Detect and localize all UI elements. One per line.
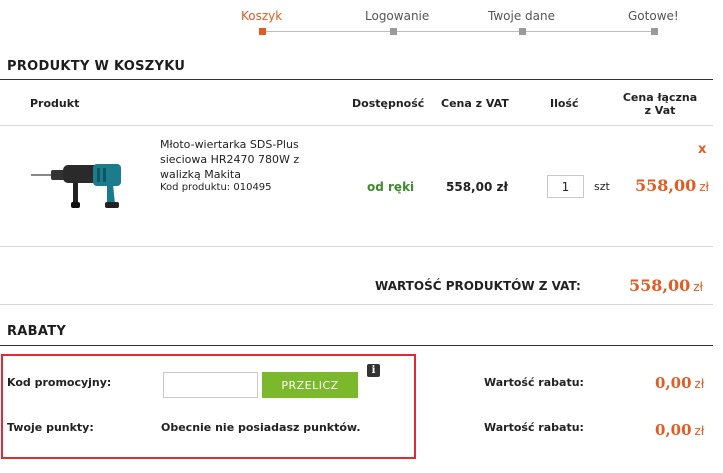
- products-total-currency: zł: [693, 280, 703, 294]
- recalculate-button[interactable]: PRZELICZ: [262, 372, 358, 398]
- step-done[interactable]: Gotowe!: [628, 9, 679, 23]
- discounts-section-title: RABATY: [7, 324, 67, 339]
- step-login-marker: [390, 28, 397, 35]
- product-image[interactable]: [27, 140, 127, 230]
- discount-value-2-amount: 0,00: [655, 421, 692, 439]
- header-total: Cena łączna z Vat: [622, 91, 698, 117]
- header-price: Cena z VAT: [441, 97, 509, 110]
- cart-section-title: PRODUKTY W KOSZYKU: [7, 59, 186, 74]
- step-your-data[interactable]: Twoje dane: [488, 9, 555, 23]
- line-total-value: 558,00: [635, 176, 697, 195]
- step-login[interactable]: Logowanie: [365, 9, 429, 23]
- points-label: Twoje punkty:: [7, 421, 94, 434]
- products-total-value: 558,00: [629, 276, 691, 295]
- discount-value-2-currency: zł: [694, 424, 705, 438]
- quantity-unit: szt: [594, 180, 610, 193]
- header-total-line1: Cena łączna: [622, 91, 698, 104]
- discount-value-2: 0,00 zł: [655, 421, 704, 439]
- step-cart-marker: [259, 28, 266, 35]
- discount-value-1-currency: zł: [694, 377, 705, 391]
- row-divider: [0, 246, 713, 247]
- discount-value-label-1: Wartość rabatu:: [484, 376, 584, 389]
- promo-code-input[interactable]: [163, 372, 258, 398]
- points-text: Obecnie nie posiadasz punktów.: [161, 421, 361, 434]
- product-code: Kod produktu: 010495: [160, 182, 272, 193]
- header-product: Produkt: [30, 97, 80, 110]
- cart-title-divider: [0, 79, 713, 80]
- products-total: 558,00 zł: [629, 276, 703, 295]
- discount-value-1-amount: 0,00: [655, 374, 692, 392]
- step-cart[interactable]: Koszyk: [241, 9, 282, 23]
- product-code-value: 010495: [233, 182, 272, 193]
- info-icon[interactable]: i: [367, 364, 380, 377]
- discount-highlight-box: [1, 354, 416, 459]
- discount-value-label-2: Wartość rabatu:: [484, 421, 584, 434]
- products-total-label: WARTOŚĆ PRODUKTÓW Z VAT:: [375, 279, 581, 293]
- availability-status: od ręki: [367, 180, 415, 194]
- steps-line: [262, 31, 657, 32]
- promo-code-label: Kod promocyjny:: [7, 376, 112, 389]
- discount-value-1: 0,00 zł: [655, 374, 704, 392]
- checkout-steps: Koszyk Logowanie Twoje dane Gotowe!: [0, 0, 723, 46]
- product-name[interactable]: Młoto-wiertarka SDS-Plus sieciowa HR2470…: [160, 137, 310, 182]
- line-total: 558,00 zł: [635, 176, 709, 195]
- header-total-line2: z Vat: [644, 104, 676, 117]
- discounts-title-divider: [0, 345, 713, 346]
- header-availability: Dostępność: [352, 97, 425, 110]
- header-divider: [0, 125, 713, 126]
- line-total-currency: zł: [699, 180, 709, 194]
- quantity-input[interactable]: [547, 175, 584, 198]
- remove-item-button[interactable]: x: [698, 142, 706, 157]
- sum-divider: [0, 304, 713, 305]
- header-quantity: Ilość: [550, 97, 579, 110]
- product-code-label: Kod produktu:: [160, 182, 231, 193]
- unit-price: 558,00 zł: [446, 180, 508, 194]
- step-your-data-marker: [519, 28, 526, 35]
- step-done-marker: [651, 28, 658, 35]
